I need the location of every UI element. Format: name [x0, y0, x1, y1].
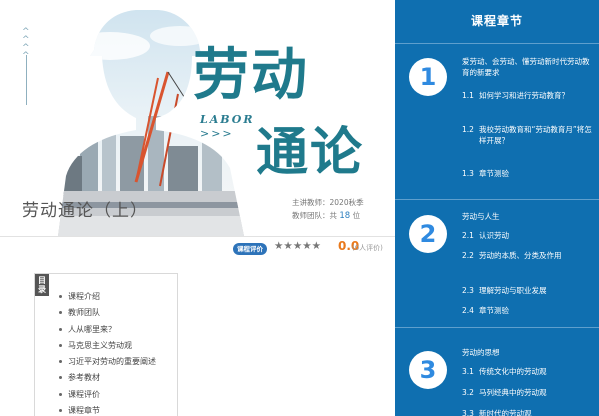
- toc-item-label: 课程章节: [68, 406, 100, 416]
- section-link[interactable]: 2.1 认识劳动: [462, 230, 596, 241]
- section-title: 传统文化中的劳动观: [479, 367, 547, 376]
- rating-bar: 课程评价 ★★★★★ 0.0 (0人评价): [0, 236, 395, 258]
- toc-item-chapters[interactable]: 课程章节: [59, 403, 156, 416]
- course-rating-button[interactable]: 课程评价: [233, 243, 267, 255]
- chapter-sidebar: 课程章节 1 爱劳动、会劳动、懂劳动新时代劳动教育的新要求 1.1 如何学习和进…: [395, 0, 599, 416]
- teacher-info: 主讲教师：2020秋季: [292, 198, 364, 207]
- section-number: 2.2: [462, 251, 474, 260]
- chapter-title[interactable]: 劳动与人生: [462, 211, 592, 222]
- bullet-icon: [59, 343, 62, 347]
- section-link[interactable]: 2.3 理解劳动与职业发展: [462, 285, 596, 296]
- toc-item-rating[interactable]: 课程评价: [59, 387, 156, 403]
- section-title: 章节测验: [479, 306, 509, 315]
- bullet-icon: [59, 327, 62, 331]
- toc-item-label: 马克思主义劳动观: [68, 340, 132, 350]
- toc-item-label: 课程介绍: [68, 292, 100, 301]
- toc-item-label: 习近平对劳动的重要阐述: [68, 357, 156, 367]
- labor-text: LABOR: [200, 113, 255, 126]
- team-info: 教师团队：共 18 位: [292, 210, 360, 221]
- section-title: 理解劳动与职业发展: [479, 286, 547, 295]
- section-link[interactable]: 1.1 如何学习和进行劳动教育？: [462, 90, 596, 101]
- section-link[interactable]: 2.2 劳动的本质、分类及作用: [462, 250, 596, 261]
- toc-item-intro[interactable]: 课程介绍: [59, 289, 156, 305]
- toc-item-team[interactable]: 教师团队: [59, 305, 156, 321]
- team-prefix: 教师团队：共: [292, 211, 337, 220]
- section-number: 3.2: [462, 388, 474, 397]
- banner-title-line2: 通论: [256, 122, 365, 183]
- toc-item-xi[interactable]: 习近平对劳动的重要阐述: [59, 354, 156, 370]
- chevron-up-decoration-icon: ^^^^: [22, 27, 30, 61]
- rating-count: (0人评价): [352, 244, 383, 252]
- toc-item-textbooks[interactable]: 参考教材: [59, 370, 156, 386]
- section-link[interactable]: 1.3 章节测验: [462, 168, 596, 179]
- team-count: 18: [339, 211, 351, 221]
- bullet-icon: [59, 360, 62, 364]
- team-suffix: 位: [352, 211, 361, 220]
- toc-item-label: 参考教材: [68, 373, 100, 383]
- toc-item-origin[interactable]: 人从哪里来？: [59, 322, 156, 338]
- chapter-3: 3 劳动的思想 3.1 传统文化中的劳动观 3.2 马列经典中的劳动观 3.3 …: [395, 329, 599, 416]
- section-link[interactable]: 3.2 马列经典中的劳动观: [462, 387, 596, 398]
- section-number: 3.1: [462, 367, 474, 376]
- section-title: 新时代的劳动观: [479, 409, 532, 416]
- chapter-2: 2 劳动与人生 2.1 认识劳动 2.2 劳动的本质、分类及作用 2.3 理解劳…: [395, 201, 599, 328]
- section-title: 马列经典中的劳动观: [479, 388, 547, 397]
- labor-arrows: >>>: [200, 127, 234, 140]
- toc-tag: 目录: [35, 274, 49, 296]
- decor-line: [26, 55, 27, 105]
- section-title: 如何学习和进行劳动教育？: [479, 91, 569, 100]
- chapter-1: 1 爱劳动、会劳动、懂劳动新时代劳动教育的新要求 1.1 如何学习和进行劳动教育…: [395, 44, 599, 200]
- toc-item-label: 人从哪里来？: [68, 324, 116, 334]
- toc-tag-label: 目录: [38, 276, 46, 294]
- chapter-number-badge: 1: [409, 58, 447, 96]
- chapter-number-badge: 2: [409, 215, 447, 253]
- bullet-icon: [59, 311, 62, 315]
- toc-item-label: 课程评价: [68, 389, 100, 399]
- banner-title-line1: 劳动: [193, 42, 309, 108]
- bullet-icon: [59, 392, 62, 396]
- bullet-icon: [59, 409, 62, 413]
- chapter-title[interactable]: 爱劳动、会劳动、懂劳动新时代劳动教育的新要求: [462, 56, 592, 78]
- section-number: 1.2: [462, 125, 474, 134]
- section-number: 2.1: [462, 231, 474, 240]
- chapter-number-badge: 3: [409, 351, 447, 389]
- section-link[interactable]: 3.1 传统文化中的劳动观: [462, 366, 596, 377]
- section-number: 1.1: [462, 91, 474, 100]
- star-rating-icon[interactable]: ★★★★★: [274, 240, 321, 252]
- sidebar-heading: 课程章节: [395, 0, 599, 44]
- toc-item-marxist[interactable]: 马克思主义劳动观: [59, 338, 156, 354]
- section-title: 我校劳动教育和“劳动教育月”将怎样开展？: [479, 125, 592, 145]
- chapter-title[interactable]: 劳动的思想: [462, 347, 592, 358]
- section-link[interactable]: 3.3 新时代的劳动观: [462, 408, 596, 416]
- course-main: ^^^^: [0, 0, 395, 416]
- section-title: 劳动的本质、分类及作用: [479, 251, 562, 260]
- section-title: 章节测验: [479, 169, 509, 178]
- section-number: 2.4: [462, 306, 474, 315]
- toc-list: 课程介绍 教师团队 人从哪里来？ 马克思主义劳动观 习近平对劳动的重要阐述 参考…: [59, 289, 156, 416]
- section-link[interactable]: 1.2 我校劳动教育和“劳动教育月”将怎样开展？: [462, 124, 596, 146]
- section-link[interactable]: 2.4 章节测验: [462, 305, 596, 316]
- section-number: 3.3: [462, 409, 474, 416]
- course-banner: ^^^^: [0, 0, 395, 236]
- bullet-icon: [59, 295, 62, 298]
- toc-item-label: 教师团队: [68, 308, 100, 318]
- bullet-icon: [59, 376, 62, 380]
- course-title: 劳动通论（上）: [22, 201, 148, 221]
- section-number: 1.3: [462, 169, 474, 178]
- section-number: 2.3: [462, 286, 474, 295]
- table-of-contents: 目录 课程介绍 教师团队 人从哪里来？ 马克思主义劳动观 习近平对劳动的重要阐述…: [34, 273, 178, 416]
- section-title: 认识劳动: [479, 231, 509, 240]
